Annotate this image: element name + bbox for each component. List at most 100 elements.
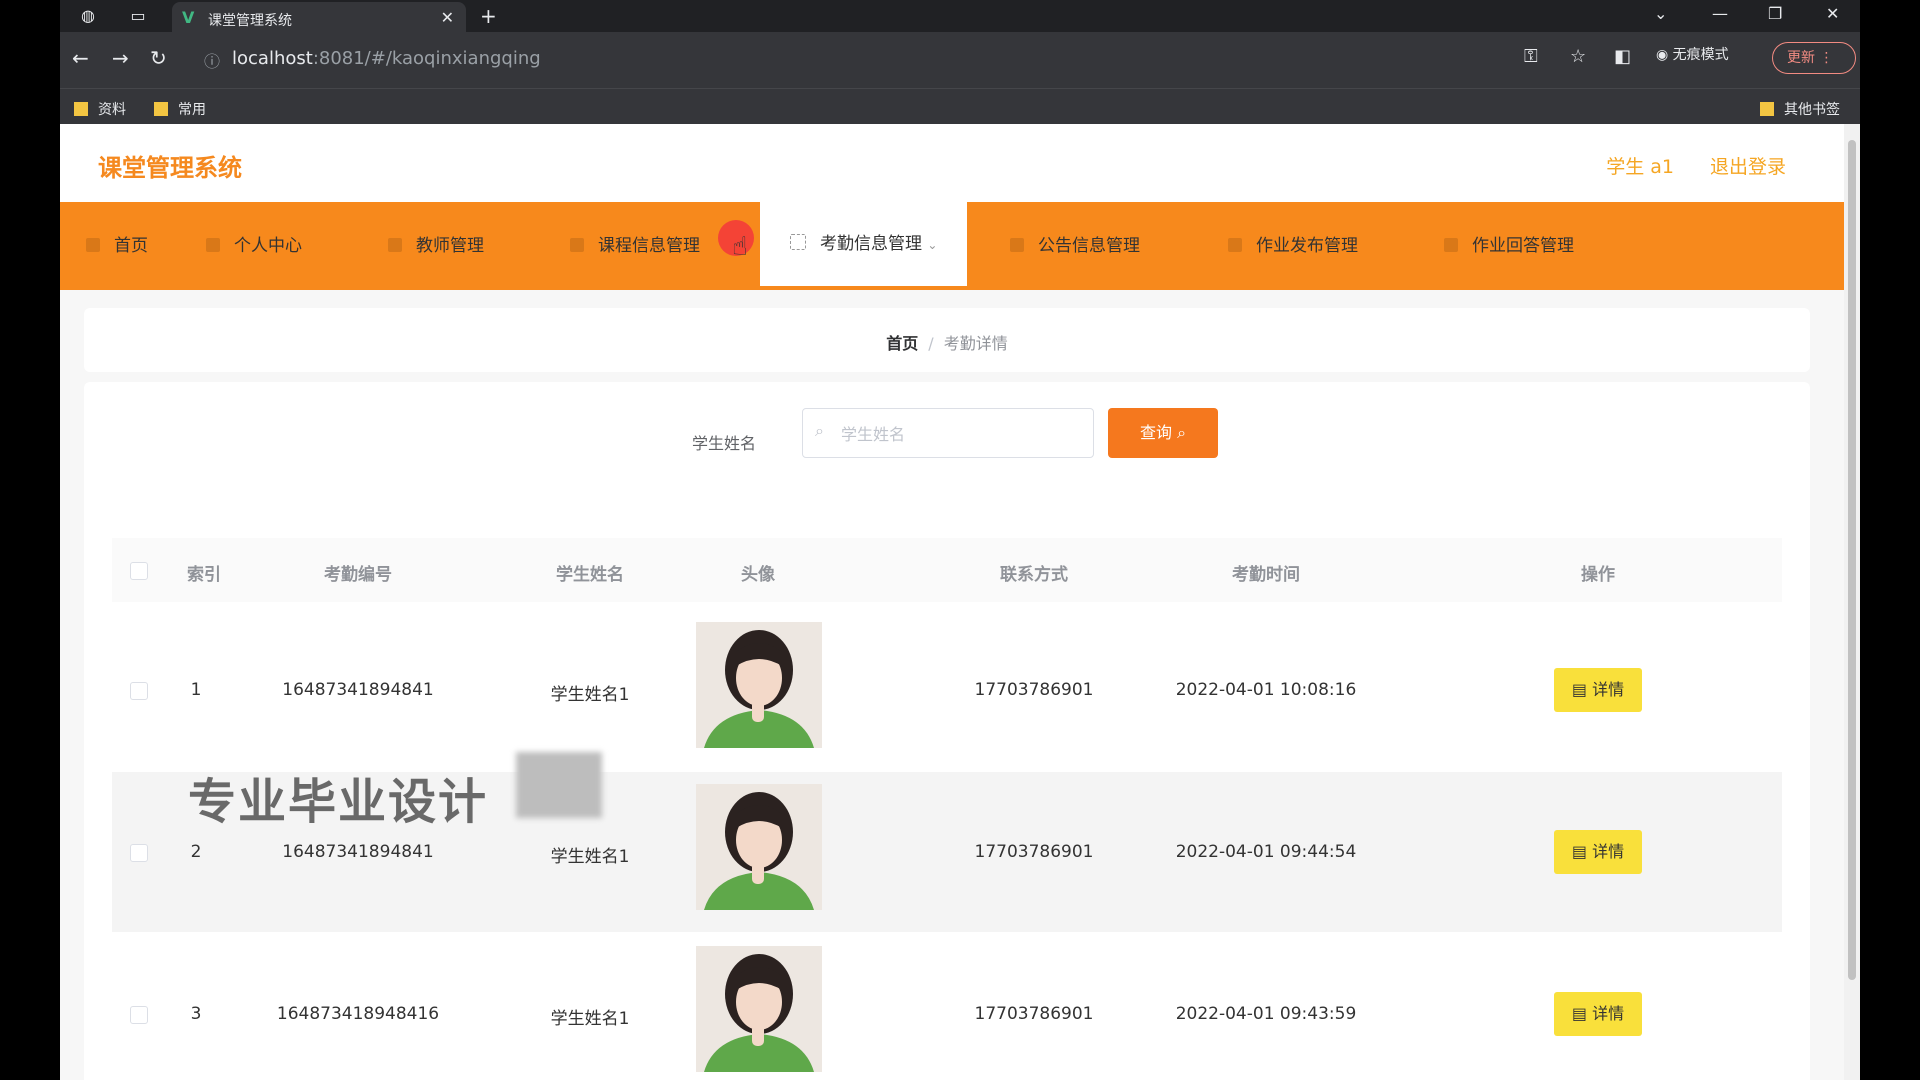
bookmark-label: 常用 — [178, 102, 206, 118]
menu-label: 作业回答管理 — [1472, 236, 1574, 256]
restore-icon[interactable]: ❐ — [1768, 4, 1782, 23]
key-icon[interactable]: ⚿ — [1524, 46, 1538, 67]
reload-icon[interactable]: ↻ — [150, 46, 167, 70]
table-header: 索引 考勤编号 学生姓名 头像 联系方式 考勤时间 操作 — [112, 538, 1782, 602]
main-card: 学生姓名 ⌕ 查询 ⌕ 索引 考勤编号 学生姓名 头像 联系方式 考勤时间 操作 — [84, 382, 1810, 1080]
other-bookmarks-label: 其他书签 — [1784, 102, 1840, 118]
detail-button[interactable]: ▤ 详情 — [1554, 668, 1642, 712]
menu-item-homework-answers[interactable]: 作业回答管理 — [1444, 202, 1574, 290]
close-tab-icon[interactable]: ✕ — [441, 8, 454, 27]
menu-label: 首页 — [114, 236, 148, 256]
current-user[interactable]: 学生 a1 — [1606, 152, 1674, 179]
select-all-checkbox[interactable] — [130, 562, 148, 580]
url-host: localhost — [232, 48, 313, 69]
column-header: 头像 — [741, 565, 775, 585]
search-icon: ⌕ — [815, 421, 824, 440]
breadcrumb-current: 考勤详情 — [943, 334, 1008, 353]
blurred-region — [516, 752, 602, 818]
star-icon[interactable]: ☆ — [1570, 46, 1586, 67]
answer-icon — [1444, 238, 1458, 252]
column-header: 操作 — [1581, 565, 1615, 585]
other-bookmarks[interactable]: 其他书签 — [1760, 99, 1840, 119]
vue-favicon-icon: V — [182, 8, 195, 27]
table-row: 3 164873418948416 学生姓名1 17703786901 2022… — [112, 934, 1782, 1080]
cell-student-name: 学生姓名1 — [550, 1009, 630, 1029]
chevron-down-icon: ⌄ — [927, 238, 938, 252]
search-button[interactable]: 查询 ⌕ — [1108, 408, 1218, 458]
attendance-icon — [790, 234, 806, 250]
row-checkbox[interactable] — [130, 844, 148, 862]
cell-attendance-id: 16487341894841 — [282, 680, 434, 700]
menu-item-home[interactable]: 首页 — [86, 202, 148, 290]
cell-attendance-id: 16487341894841 — [282, 842, 434, 862]
app-header: 课堂管理系统 学生 a1 退出登录 — [60, 124, 1844, 202]
menu-item-attendance[interactable]: 考勤信息管理 ⌄ — [760, 202, 968, 290]
globe-icon[interactable]: ◍ — [78, 6, 98, 26]
folder-icon — [1760, 102, 1774, 116]
breadcrumb-home[interactable]: 首页 — [886, 334, 918, 353]
row-checkbox[interactable] — [130, 1006, 148, 1024]
minimize-icon[interactable]: — — [1712, 4, 1728, 23]
user-icon — [206, 238, 220, 252]
course-icon — [570, 238, 584, 252]
bookmark-folder[interactable]: 资料 — [74, 99, 126, 119]
cell-student-name: 学生姓名1 — [550, 685, 630, 705]
info-icon[interactable]: ⓘ — [204, 48, 220, 72]
incognito-indicator[interactable]: ◉ 无痕模式 — [1656, 44, 1729, 64]
breadcrumb-separator: / — [928, 334, 934, 353]
menu-item-teachers[interactable]: 教师管理 — [388, 202, 484, 290]
tab-bar: ◍ ▭ V 课堂管理系统 ✕ + ⌄ — ❐ ✕ — [60, 0, 1860, 32]
browser-tab[interactable]: V 课堂管理系统 ✕ — [172, 2, 466, 32]
column-header: 考勤时间 — [1232, 565, 1300, 585]
folder-icon — [154, 102, 168, 116]
close-window-icon[interactable]: ✕ — [1826, 4, 1839, 23]
sidepanel-icon[interactable]: ◧ — [1614, 46, 1631, 67]
row-checkbox[interactable] — [130, 682, 148, 700]
teacher-icon — [388, 238, 402, 252]
menu-item-homework-publish[interactable]: 作业发布管理 — [1228, 202, 1358, 290]
browser-window: ◍ ▭ V 课堂管理系统 ✕ + ⌄ — ❐ ✕ ← → ↻ ⓘ localho… — [60, 0, 1860, 1080]
new-tab-icon[interactable]: + — [480, 4, 497, 28]
back-icon[interactable]: ← — [72, 46, 89, 70]
page-content: 课堂管理系统 学生 a1 退出登录 首页 个人中心 教师管理 课程信息管理 考勤… — [60, 124, 1844, 1080]
cell-time: 2022-04-01 10:08:16 — [1175, 680, 1357, 700]
menu-item-profile[interactable]: 个人中心 — [206, 202, 302, 290]
search-button-label: 查询 — [1139, 423, 1172, 442]
search-icon: ⌕ — [1177, 423, 1187, 442]
home-icon — [86, 238, 100, 252]
detail-button[interactable]: ▤ 详情 — [1554, 992, 1642, 1036]
column-header: 联系方式 — [1000, 565, 1068, 585]
page-scrollbar[interactable] — [1844, 124, 1860, 1080]
menu-item-notices[interactable]: 公告信息管理 — [1010, 202, 1140, 290]
search-label: 学生姓名 — [692, 434, 757, 453]
scrollbar-thumb[interactable] — [1848, 140, 1856, 980]
logout-link[interactable]: 退出登录 — [1710, 152, 1786, 179]
menu-label: 作业发布管理 — [1256, 236, 1358, 256]
watermark-text: 专业毕业设计 — [188, 774, 489, 830]
avatar-image — [696, 946, 822, 1072]
cell-attendance-id: 164873418948416 — [276, 1004, 440, 1024]
update-button[interactable]: 更新 ⋮ — [1772, 42, 1856, 74]
cell-index: 3 — [190, 1004, 202, 1024]
column-header: 考勤编号 — [324, 565, 392, 585]
detail-label: 详情 — [1592, 842, 1625, 861]
menu-label: 考勤信息管理 — [820, 234, 922, 254]
chevron-down-icon[interactable]: ⌄ — [1654, 4, 1667, 23]
update-label: 更新 — [1787, 50, 1815, 66]
cell-time: 2022-04-01 09:44:54 — [1175, 842, 1357, 862]
incognito-icon: ◉ — [1656, 47, 1669, 63]
menu-item-courses[interactable]: 课程信息管理 — [570, 202, 700, 290]
student-avatar — [696, 622, 822, 748]
bookmark-folder[interactable]: 常用 — [154, 99, 206, 119]
search-input-wrapper[interactable]: ⌕ — [802, 408, 1094, 458]
folder-icon — [74, 102, 88, 116]
menu-label: 教师管理 — [416, 236, 484, 256]
more-icon: ⋮ — [1819, 50, 1834, 66]
student-name-input[interactable] — [839, 419, 1083, 449]
url-field[interactable]: ⓘ localhost:8081/#/kaoqinxiangqing — [196, 40, 1596, 78]
window-icon[interactable]: ▭ — [128, 6, 148, 26]
cell-phone: 17703786901 — [974, 842, 1094, 862]
forward-icon[interactable]: → — [112, 46, 129, 70]
document-icon: ▤ — [1571, 842, 1587, 861]
detail-button[interactable]: ▤ 详情 — [1554, 830, 1642, 874]
